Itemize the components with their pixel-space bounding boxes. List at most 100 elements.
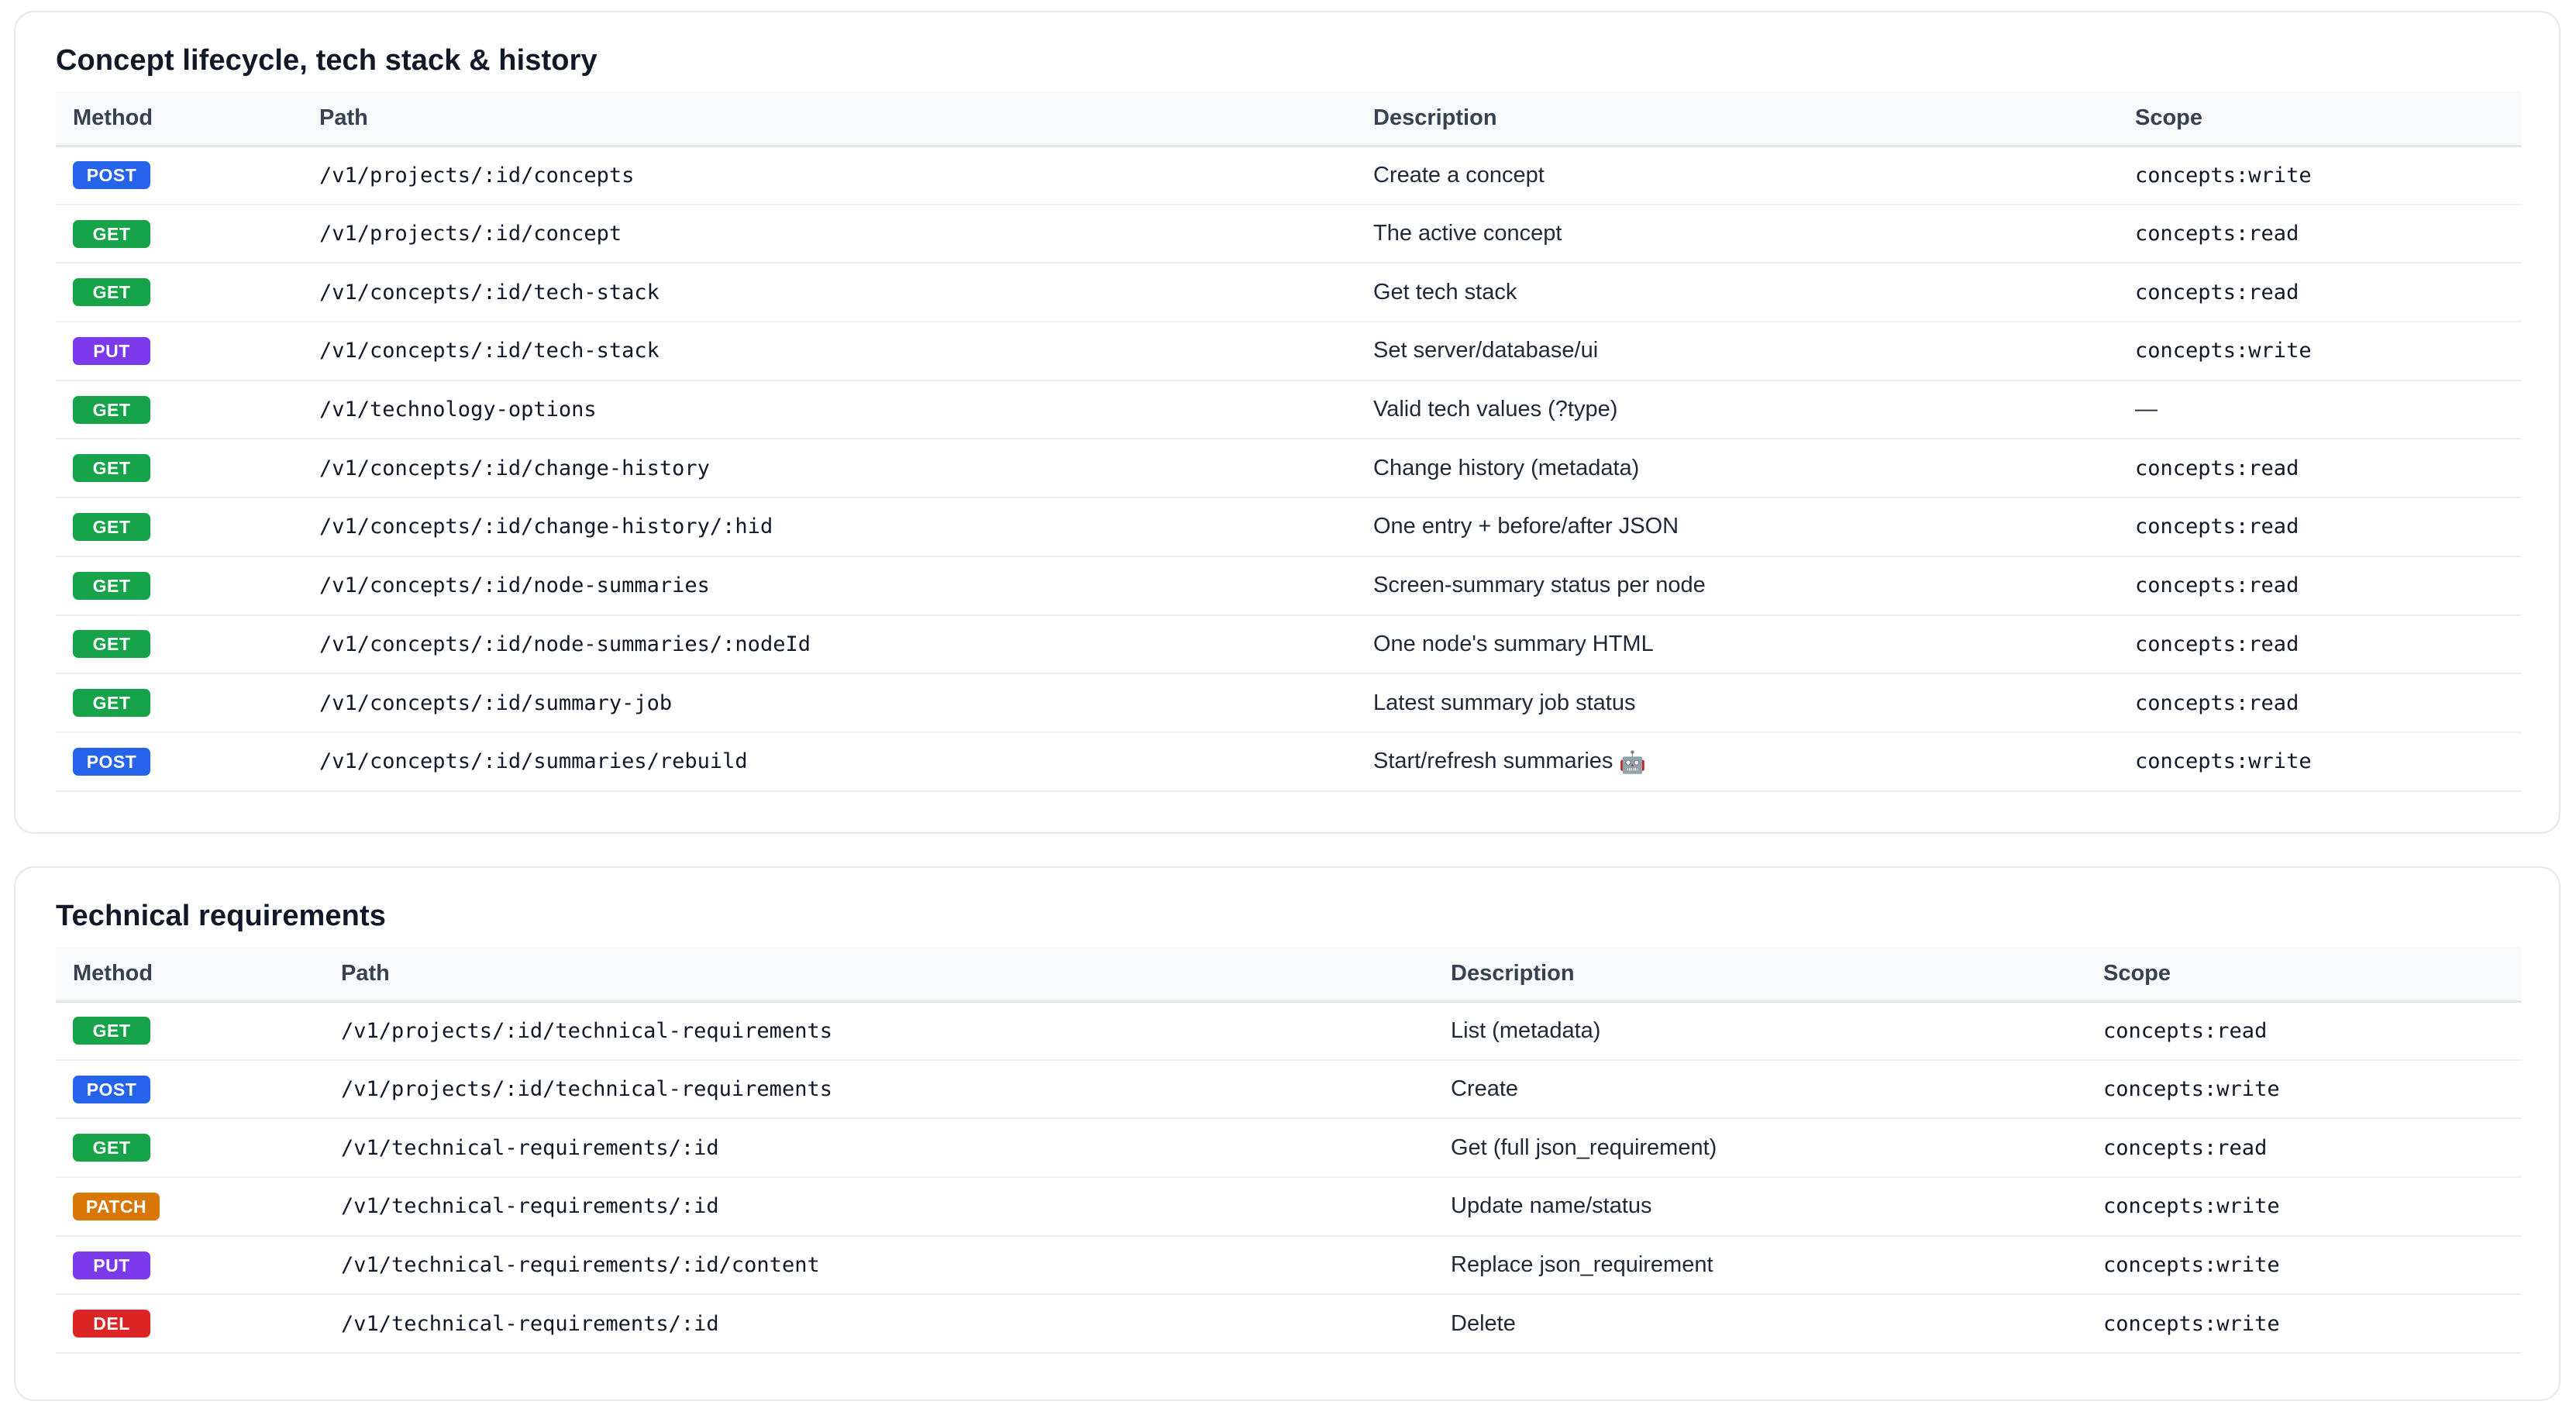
table-header: Method Path Description Scope	[56, 947, 2522, 1003]
path-cell: /v1/projects/:id/technical-requirements	[324, 1059, 1434, 1120]
table-row: GET/v1/concepts/:id/tech-stack Get tech s…	[56, 263, 2522, 323]
table-header-row: Method Path Description Scope	[56, 91, 2522, 147]
column-header-description: Description	[1434, 947, 2086, 1003]
method-badge: POST	[73, 747, 150, 776]
endpoints-table: Method Path Description Scope GET/v1/pro…	[56, 947, 2522, 1355]
section-title: Concept lifecycle, tech stack & history	[56, 44, 598, 77]
scope-cell: concepts:write	[2118, 732, 2522, 792]
description-cell: Start/refresh summaries 🤖	[1356, 732, 2118, 792]
method-badge: GET	[73, 689, 150, 718]
scope-cell: concepts:read	[2118, 204, 2522, 264]
description-text: List (metadata)	[1451, 1017, 1601, 1043]
method-cell: GET	[56, 380, 302, 440]
scope-cell: concepts:read	[2118, 615, 2522, 675]
path-cell: /v1/concepts/:id/summaries/rebuild	[302, 732, 1356, 792]
description-cell: Set server/database/ui	[1356, 322, 2118, 381]
method-badge: PATCH	[73, 1192, 160, 1220]
method-cell: DEL	[56, 1294, 324, 1355]
column-header-path: Path	[324, 947, 1434, 1003]
description-cell: Get (full json_requirement)	[1434, 1118, 2086, 1179]
page: Concept lifecycle, tech stack & history …	[0, 0, 2576, 1415]
method-cell: GET	[56, 497, 302, 557]
description-text: Update name/status	[1451, 1193, 1652, 1219]
scope-cell: concepts:write	[2086, 1177, 2522, 1237]
description-text: Create	[1451, 1076, 1519, 1102]
method-badge: GET	[73, 1017, 150, 1045]
description-text: The active concept	[1373, 221, 1562, 246]
path-cell: /v1/technical-requirements/:id	[324, 1294, 1434, 1355]
path-cell: /v1/projects/:id/concept	[302, 204, 1356, 264]
path-cell: /v1/concepts/:id/node-summaries	[302, 556, 1356, 616]
path-cell: /v1/concepts/:id/node-summaries/:nodeId	[302, 615, 1356, 675]
method-cell: POST	[56, 1059, 324, 1120]
scope-cell: concepts:read	[2118, 439, 2522, 499]
method-cell: GET	[56, 615, 302, 675]
path-cell: /v1/technical-requirements/:id	[324, 1177, 1434, 1237]
path-cell: /v1/projects/:id/concepts	[302, 146, 1356, 205]
description-text: Create a concept	[1373, 162, 1545, 188]
method-badge: GET	[73, 219, 150, 248]
scope-cell: concepts:write	[2086, 1294, 2522, 1355]
robot-icon: 🤖	[1619, 749, 1647, 774]
description-cell: Create	[1434, 1059, 2086, 1120]
table-row: GET/v1/concepts/:id/node-summaries/:node…	[56, 615, 2522, 675]
column-header-description: Description	[1356, 91, 2118, 147]
scope-cell: concepts:write	[2086, 1059, 2522, 1120]
description-cell: The active concept	[1356, 204, 2118, 264]
method-badge: POST	[73, 161, 150, 190]
scope-cell: concepts:write	[2118, 146, 2522, 205]
table-row: POST/v1/projects/:id/concepts Create a co…	[56, 146, 2522, 205]
description-cell: Latest summary job status	[1356, 673, 2118, 733]
method-badge: GET	[73, 571, 150, 600]
table-body: POST/v1/projects/:id/concepts Create a co…	[56, 146, 2522, 792]
table-row: GET/v1/projects/:id/technical-requiremen…	[56, 1001, 2522, 1061]
scope-cell: —	[2118, 380, 2522, 440]
scope-cell: concepts:read	[2118, 263, 2522, 323]
description-cell: Change history (metadata)	[1356, 439, 2118, 499]
table-row: GET/v1/projects/:id/concept The active co…	[56, 204, 2522, 264]
method-badge: GET	[73, 278, 150, 307]
method-cell: GET	[56, 1001, 324, 1061]
description-text: Screen-summary status per node	[1373, 573, 1706, 598]
section-title: Technical requirements	[56, 900, 386, 932]
description-cell: List (metadata)	[1434, 1001, 2086, 1061]
table-body: GET/v1/projects/:id/technical-requiremen…	[56, 1001, 2522, 1355]
scope-cell: concepts:write	[2086, 1235, 2522, 1296]
table-row: POST/v1/projects/:id/technical-requireme…	[56, 1059, 2522, 1120]
description-cell: Get tech stack	[1356, 263, 2118, 323]
path-cell: /v1/technology-options	[302, 380, 1356, 440]
endpoints-table: Method Path Description Scope POST/v1/pr…	[56, 91, 2522, 792]
table-row: GET/v1/concepts/:id/change-history/:hid O…	[56, 497, 2522, 557]
method-badge: GET	[73, 395, 150, 424]
method-badge: PUT	[73, 336, 150, 365]
description-text: Get (full json_requirement)	[1451, 1134, 1717, 1160]
path-cell: /v1/projects/:id/technical-requirements	[324, 1001, 1434, 1061]
method-badge: DEL	[73, 1310, 150, 1338]
description-text: Start/refresh summaries	[1373, 748, 1613, 773]
table-row: GET/v1/concepts/:id/change-history Change…	[56, 439, 2522, 499]
table-row: DEL/v1/technical-requirements/:id Delete c…	[56, 1294, 2522, 1355]
scope-cell: concepts:read	[2086, 1118, 2522, 1179]
method-cell: GET	[56, 439, 302, 499]
method-cell: GET	[56, 1118, 324, 1179]
method-badge: GET	[73, 630, 150, 659]
method-cell: POST	[56, 732, 302, 792]
method-badge: GET	[73, 454, 150, 483]
path-cell: /v1/technical-requirements/:id	[324, 1118, 1434, 1179]
method-cell: GET	[56, 556, 302, 616]
table-header: Method Path Description Scope	[56, 91, 2522, 147]
path-cell: /v1/concepts/:id/summary-job	[302, 673, 1356, 733]
column-header-method: Method	[56, 91, 302, 147]
column-header-scope: Scope	[2118, 91, 2522, 147]
method-cell: PUT	[56, 1235, 324, 1296]
description-cell: Delete	[1434, 1294, 2086, 1355]
scope-cell: concepts:read	[2086, 1001, 2522, 1061]
concept-lifecycle-card: Concept lifecycle, tech stack & history …	[14, 11, 2561, 834]
table-row: POST/v1/concepts/:id/summaries/rebuild St…	[56, 732, 2522, 792]
description-text: Latest summary job status	[1373, 690, 1636, 715]
table-row: PUT/v1/technical-requirements/:id/conten…	[56, 1235, 2522, 1296]
scope-cell: concepts:read	[2118, 673, 2522, 733]
table-header-row: Method Path Description Scope	[56, 947, 2522, 1003]
description-cell: Screen-summary status per node	[1356, 556, 2118, 616]
scope-cell: concepts:read	[2118, 556, 2522, 616]
